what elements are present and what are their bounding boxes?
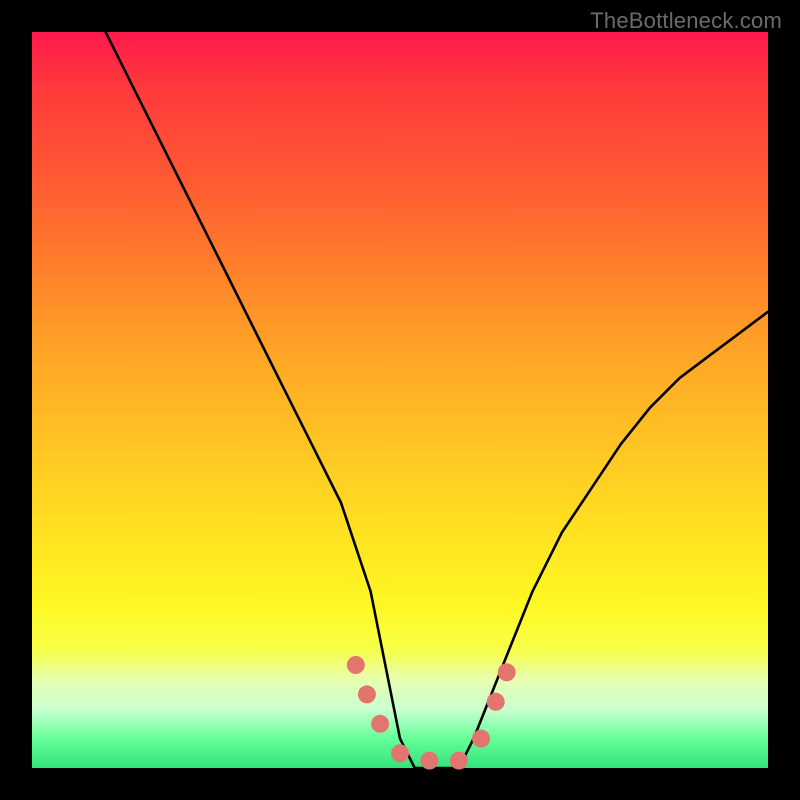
chart-plot-area	[32, 32, 768, 768]
bottleneck-curve	[106, 32, 768, 768]
curve-dot	[420, 752, 438, 770]
curve-dots	[347, 656, 516, 770]
bottleneck-curve-svg	[32, 32, 768, 768]
curve-dot	[450, 752, 468, 770]
curve-dot	[371, 715, 389, 733]
curve-dot	[358, 685, 376, 703]
curve-dot	[498, 663, 516, 681]
watermark-text: TheBottleneck.com	[590, 8, 782, 34]
curve-dot	[472, 730, 490, 748]
curve-dot	[391, 744, 409, 762]
chart-frame: TheBottleneck.com	[0, 0, 800, 800]
curve-dot	[487, 693, 505, 711]
curve-dot	[347, 656, 365, 674]
